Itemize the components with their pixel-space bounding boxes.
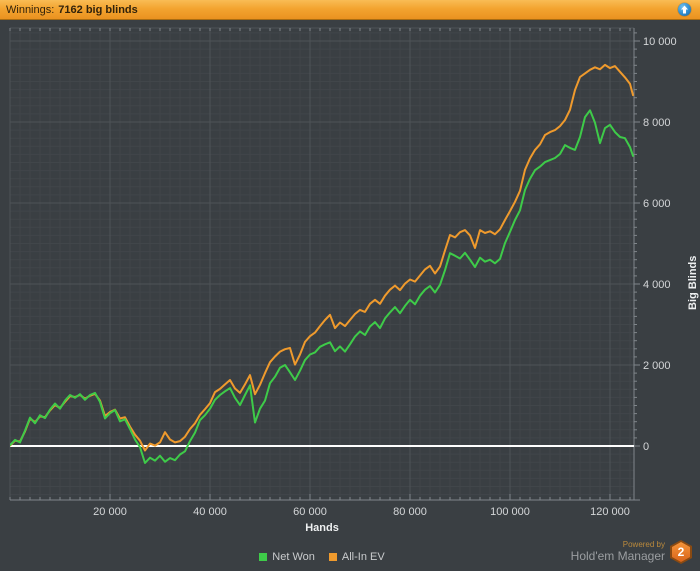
powered-by-brand: Powered by Hold'em Manager 2 bbox=[571, 540, 692, 564]
all-in-ev-swatch-icon bbox=[328, 553, 337, 561]
y-tick-label: 6 000 bbox=[643, 198, 671, 210]
y-tick-label: 10 000 bbox=[643, 36, 677, 48]
chart-legend: Net Won All-In EV bbox=[10, 549, 634, 565]
x-axis-title: Hands bbox=[305, 522, 339, 534]
legend-item-all-in-ev: All-In EV bbox=[328, 551, 385, 563]
brand-name: Hold'em Manager bbox=[570, 548, 665, 563]
winnings-header-bar: Winnings: 7162 big blinds bbox=[0, 0, 700, 20]
y-tick-label: 0 bbox=[643, 441, 649, 453]
info-icon[interactable] bbox=[678, 3, 691, 16]
winnings-label: Winnings: bbox=[6, 3, 55, 16]
x-tick-label: 80 000 bbox=[393, 506, 427, 518]
legend-label-net-won: Net Won bbox=[272, 551, 315, 563]
net-won-swatch-icon bbox=[259, 553, 268, 561]
x-tick-label: 20 000 bbox=[93, 506, 127, 518]
hm2-logo-number: 2 bbox=[672, 542, 690, 562]
y-axis-title: Big Blinds bbox=[687, 255, 699, 310]
hm2-logo-icon: 2 bbox=[670, 540, 692, 564]
winnings-value: 7162 big blinds bbox=[58, 3, 138, 16]
x-tick-label: 100 000 bbox=[490, 506, 530, 518]
x-tick-label: 40 000 bbox=[193, 506, 227, 518]
x-tick-label: 120 000 bbox=[590, 506, 630, 518]
x-tick-label: 60 000 bbox=[293, 506, 327, 518]
chart-canvas[interactable]: 20 000 40 000 60 000 80 000 100 000 120 000 0 2… bbox=[0, 20, 700, 571]
legend-item-net-won: Net Won bbox=[259, 551, 315, 563]
y-tick-label: 2 000 bbox=[643, 360, 671, 372]
y-tick-label: 4 000 bbox=[643, 279, 671, 291]
legend-label-all-in-ev: All-In EV bbox=[341, 551, 385, 563]
y-tick-label: 8 000 bbox=[643, 117, 671, 129]
